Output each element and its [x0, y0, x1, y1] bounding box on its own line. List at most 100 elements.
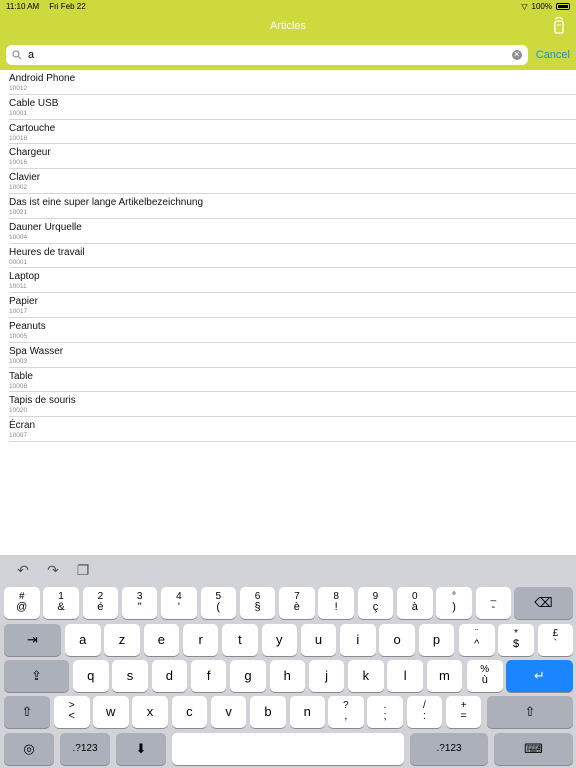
key[interactable]: o — [379, 624, 415, 656]
key[interactable]: c — [171, 696, 208, 728]
list-item[interactable]: Das ist eine super lange Artikelbezeichn… — [9, 194, 576, 219]
list-item[interactable]: Android Phone 10012 — [9, 70, 576, 95]
key[interactable]: .; — [367, 696, 403, 728]
key[interactable]: > < — [54, 696, 90, 728]
key[interactable]: 3 " — [121, 587, 158, 619]
key[interactable]: % ù — [467, 660, 503, 692]
scanner-icon[interactable] — [552, 16, 566, 34]
article-list: Android Phone 10012 Cable USB 10001 Cartouch… — [0, 70, 576, 442]
key[interactable]: 8! — [318, 587, 354, 619]
key[interactable]: a — [65, 624, 101, 656]
key[interactable]: s — [112, 660, 148, 692]
dismiss-keyboard-key[interactable]: ⌨ — [494, 733, 573, 765]
list-item[interactable]: Table 10008 — [9, 368, 576, 393]
key[interactable]: 6 § — [239, 587, 276, 619]
search-input[interactable] — [28, 49, 512, 61]
key[interactable]: _ - — [475, 587, 512, 619]
article-name: Android Phone — [9, 73, 76, 84]
key[interactable]: g — [230, 660, 266, 692]
key[interactable]: 7è — [279, 587, 315, 619]
key[interactable]: w — [93, 696, 129, 728]
globe-key[interactable]: ◎ — [4, 733, 54, 765]
key[interactable]: ¨ ^ — [459, 624, 495, 656]
list-item[interactable]: Tapis de souris 10020 — [9, 392, 576, 418]
list-item[interactable]: Cable USB 10001 — [9, 95, 576, 120]
key[interactable]: u — [300, 624, 337, 656]
article-name: Peanuts — [9, 320, 46, 332]
key[interactable]: z — [104, 624, 140, 656]
key[interactable]: 4 ' — [161, 587, 197, 619]
status-date: Fri Feb 22 — [49, 1, 86, 11]
list-item[interactable]: Chargeur 10016 — [9, 144, 576, 170]
shift-left-key[interactable]: ⇧ — [4, 696, 50, 728]
key[interactable]: i — [340, 624, 376, 656]
key[interactable]: 5( — [200, 587, 236, 619]
battery-icon — [556, 2, 570, 10]
numbers-right-key[interactable]: .?123 — [410, 733, 488, 765]
key-bottom-char: " — [137, 601, 142, 614]
list-item[interactable]: Peanuts 10005 — [9, 318, 576, 343]
article-code: 10018 — [9, 134, 28, 142]
key[interactable]: # @ — [4, 587, 40, 619]
key[interactable]: q — [73, 660, 109, 692]
article-code: 10002 — [9, 184, 28, 192]
redo-icon[interactable]: ↷ — [45, 562, 61, 579]
key[interactable]: p — [418, 624, 455, 656]
key-bottom-char: é — [97, 601, 104, 614]
article-code: 10020 — [9, 407, 28, 415]
key[interactable]: °) — [436, 587, 472, 619]
list-item[interactable]: Papier 10017 — [9, 293, 576, 318]
search-bar: ✕ Cancel — [0, 40, 576, 70]
key[interactable]: x — [132, 696, 168, 728]
key[interactable]: b — [250, 696, 286, 728]
key-bottom-char: ) — [452, 601, 456, 614]
key[interactable]: j — [308, 660, 345, 692]
key[interactable]: k — [348, 660, 384, 692]
list-item[interactable]: Heures de travail 00001 — [9, 244, 576, 269]
key-bottom-char: ' — [177, 601, 180, 614]
article-code: 10012 — [9, 85, 28, 92]
key[interactable]: h — [269, 660, 305, 692]
key[interactable]: r — [182, 624, 219, 656]
key[interactable]: £ ` — [537, 624, 574, 656]
list-item[interactable]: Dauner Urquelle 10004 — [9, 219, 576, 244]
key[interactable]: 0à — [397, 587, 433, 619]
page-title: Articles — [269, 20, 307, 32]
key[interactable]: l — [387, 660, 423, 692]
key[interactable]: 9ç — [357, 587, 394, 619]
list-item[interactable]: Cartouche 10018 — [9, 120, 576, 145]
dictation-key[interactable]: ⬇ — [116, 733, 166, 765]
numbers-left-key[interactable]: .?123 — [60, 733, 110, 765]
tab-key[interactable]: ⇥ — [4, 624, 61, 656]
list-item[interactable]: Écran 10007 — [9, 417, 576, 442]
key[interactable]: + = — [445, 696, 482, 728]
shift-right-key[interactable]: ⇧ — [487, 696, 573, 728]
key[interactable]: n — [289, 696, 325, 728]
search-field[interactable]: ✕ — [6, 45, 528, 65]
caps-lock-key[interactable]: ⇪ — [4, 660, 69, 692]
return-key[interactable]: ↵ — [506, 660, 573, 692]
key[interactable]: ?, — [328, 696, 364, 728]
key[interactable]: y — [261, 624, 297, 656]
key[interactable]: 1 & — [43, 587, 79, 619]
paste-icon[interactable]: ❐ — [75, 562, 91, 579]
clear-search-icon[interactable]: ✕ — [511, 50, 522, 60]
key-bottom-char: ç — [372, 601, 379, 614]
undo-icon[interactable]: ↶ — [15, 562, 31, 579]
key[interactable]: 2é — [82, 587, 119, 619]
key-bottom-char: ` — [553, 638, 558, 651]
key[interactable]: f — [190, 660, 227, 692]
cancel-button[interactable]: Cancel — [536, 49, 570, 61]
backspace-key[interactable]: ⌫ — [514, 587, 573, 619]
list-item[interactable]: Clavier 10002 — [9, 169, 576, 194]
key[interactable]: m — [426, 660, 463, 692]
key[interactable]: e — [143, 624, 180, 656]
list-item[interactable]: Laptop 10011 — [9, 268, 576, 294]
list-item[interactable]: Spa Wasser 10003 — [9, 343, 576, 368]
key[interactable]: v — [210, 696, 247, 728]
key[interactable]: t — [222, 624, 258, 656]
key[interactable]: * $ — [498, 624, 534, 656]
key[interactable]: d — [151, 660, 188, 692]
key[interactable]: /: — [406, 696, 443, 728]
space-key[interactable] — [172, 733, 404, 765]
